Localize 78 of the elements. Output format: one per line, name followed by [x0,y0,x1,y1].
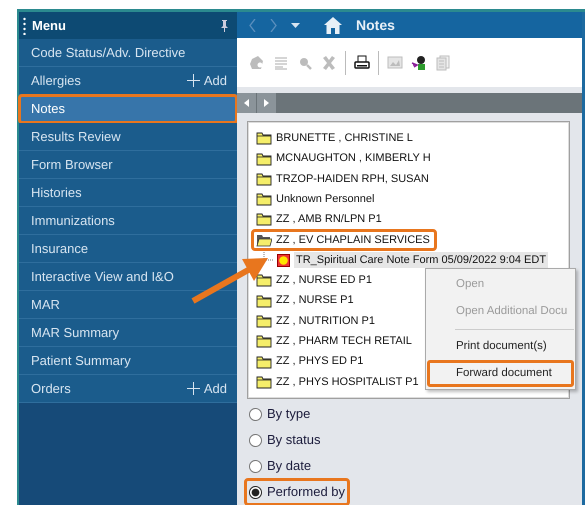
dropdown-caret-icon[interactable] [291,22,300,28]
folder-item[interactable]: ZZ , PHYS ED P1 [252,351,364,372]
grip-icon[interactable] [23,16,26,34]
folder-item[interactable]: ZZ , NURSE ED P1 [252,270,372,291]
page-title: Notes [356,16,395,35]
menu-item-label: Histories [31,184,82,202]
menu-item[interactable]: Results Review [19,123,237,151]
plus-icon [186,382,200,395]
print-icon[interactable] [354,54,370,71]
folder-item[interactable]: ZZ , PHARM TECH RETAIL [252,331,412,352]
document-status-icon [277,254,290,267]
radio-button[interactable] [249,486,262,498]
menu-item[interactable]: MAR Summary [19,319,237,347]
folder-item[interactable]: ZZ , PHYS HOSPITALIST P1 [252,372,419,392]
folder-icon [256,191,272,208]
menu-item-label: Form Browser [31,156,113,174]
plus-icon [186,74,200,87]
menu-item[interactable]: Code Status/Adv. Directive [19,39,237,67]
menu-item-label: MAR [31,296,60,314]
folder-icon [256,170,272,187]
menu-item-label: Notes [31,100,65,118]
sort-option-radio[interactable]: Performed by [245,479,350,505]
radio-button[interactable] [249,408,262,420]
menu-item[interactable]: Insurance [19,235,237,263]
sort-option-radio[interactable]: By status [245,427,324,453]
menu-item[interactable]: Orders Add [19,375,237,403]
folder-icon [256,150,272,167]
menu-title: Menu [32,16,66,35]
menu-item[interactable]: Patient Summary [19,347,237,375]
menu-item-label: Immunizations [31,212,115,230]
sort-option-radio[interactable]: By date [245,453,316,479]
menu-item[interactable]: MAR [19,291,237,319]
context-menu-item[interactable]: Print document(s) [427,332,574,360]
folder-item[interactable]: ZZ , AMB RN/LPN P1 [252,209,382,230]
scroll-right-button[interactable] [257,93,277,114]
folder-item[interactable]: TRZOP-HAIDEN RPH, SUSAN [252,168,429,190]
menu-item-label: Interactive View and I&O [31,268,174,286]
folder-icon [256,292,272,309]
menu-item-label: Insurance [31,240,88,258]
folder-item[interactable]: ZZ , EV CHAPLAIN SERVICES [252,230,436,250]
right-arrow-icon [264,99,270,108]
menu-item-label: Code Status/Adv. Directive [31,44,186,62]
left-arrow-icon [244,99,250,108]
document-item[interactable]: TR_Spiritual Care Note Form 05/09/2022 9:04 EDT [294,252,548,268]
person-forward-icon[interactable] [411,54,427,71]
menu-item[interactable]: Interactive View and I&O [19,263,237,291]
menu-item-label: Results Review [31,128,121,146]
add-button[interactable]: Add [186,70,227,90]
tree-connector-line [263,250,273,261]
folder-item[interactable]: ZZ , NUTRITION P1 [252,310,375,332]
folder-item[interactable]: MCNAUGHTON , KIMBERLY H [252,148,431,169]
menu-item[interactable]: Allergies Add [19,67,237,95]
folder-icon [256,211,272,228]
context-menu-item[interactable]: Forward document [427,360,574,388]
folder-icon [256,374,272,390]
folder-icon [256,354,272,370]
menu-item[interactable]: Notes [19,95,237,123]
folder-icon [256,333,272,350]
add-button[interactable]: Add [186,378,227,398]
sort-option-radio[interactable]: By type [245,401,314,427]
menu-item-label: Patient Summary [31,352,131,370]
menu-item-label: Allergies [31,72,81,90]
menu-item-label: MAR Summary [31,324,120,342]
folder-icon [256,272,272,288]
menu-item-label: Orders [31,380,71,398]
folder-item[interactable]: Unknown Personnel [252,189,374,210]
folder-item[interactable]: BRUNETTE , CHRISTINE L [252,128,413,148]
folder-item[interactable]: ZZ , NURSE P1 [252,290,354,311]
menu-item[interactable]: Immunizations [19,207,237,235]
menu-item[interactable]: Histories [19,179,237,207]
folder-icon [256,312,272,329]
menu-item[interactable]: Form Browser [19,151,237,179]
scroll-left-button[interactable] [237,93,257,114]
radio-button[interactable] [249,460,262,472]
folder-icon [256,130,272,146]
pin-icon[interactable] [220,20,229,32]
radio-button[interactable] [249,434,262,446]
home-icon[interactable] [324,16,342,34]
